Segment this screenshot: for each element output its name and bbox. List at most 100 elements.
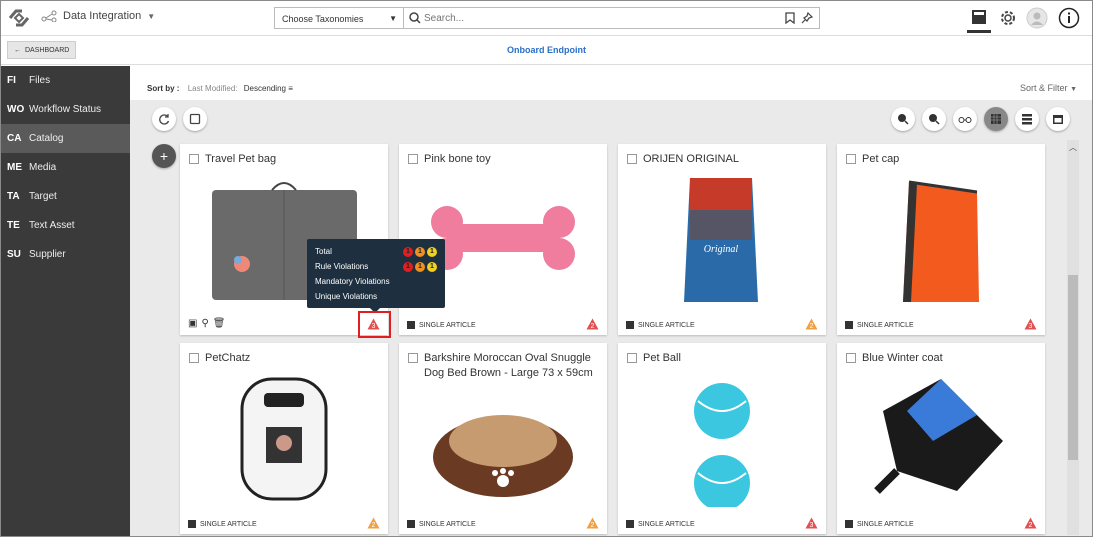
pin-icon[interactable] bbox=[801, 12, 813, 24]
sidebar-item-supplier[interactable]: SU Supplier bbox=[1, 240, 130, 269]
card-checkbox[interactable] bbox=[627, 154, 637, 164]
scrollbar-thumb[interactable] bbox=[1068, 275, 1078, 460]
add-button[interactable]: + bbox=[152, 144, 176, 168]
sidebar-item-workflow-status[interactable]: WO Workflow Status bbox=[1, 95, 130, 124]
sidebar-item-label: Workflow Status bbox=[29, 104, 102, 115]
scrollbar[interactable]: ︿ bbox=[1067, 140, 1079, 535]
card-title[interactable]: Pet cap bbox=[862, 152, 1038, 167]
tooltip-row: Mandatory Violations bbox=[315, 274, 437, 289]
card-type-label: SINGLE ARTICLE bbox=[200, 520, 257, 528]
bookmark-icon[interactable] bbox=[785, 12, 795, 24]
product-image[interactable] bbox=[618, 371, 826, 511]
sort-filter-label: Sort & Filter bbox=[1020, 83, 1068, 93]
chevron-up-icon[interactable]: ︿ bbox=[1069, 142, 1077, 153]
product-image[interactable] bbox=[180, 371, 388, 507]
article-icon bbox=[626, 520, 634, 528]
sidebar-item-media[interactable]: ME Media bbox=[1, 153, 130, 182]
tooltip-row: Total 1 1 1 bbox=[315, 244, 437, 259]
glasses-icon bbox=[958, 117, 972, 123]
list-view-button[interactable] bbox=[1015, 107, 1039, 131]
document-icon[interactable]: ▣ bbox=[188, 318, 197, 329]
violation-count-badge: 1 bbox=[415, 246, 425, 257]
dashboard-button[interactable]: ← DASHBOARD bbox=[7, 41, 77, 59]
card-checkbox[interactable] bbox=[189, 154, 199, 164]
sidebar-item-abbr: ME bbox=[7, 162, 22, 173]
calendar-view-button[interactable] bbox=[1046, 107, 1070, 131]
sidebar-item-text-asset[interactable]: TE Text Asset bbox=[1, 211, 130, 240]
tooltip-row-label: Mandatory Violations bbox=[315, 277, 390, 286]
sidebar-item-files[interactable]: FI Files bbox=[1, 66, 130, 95]
checkbox-icon bbox=[189, 113, 201, 125]
dashboard-icon[interactable] bbox=[967, 3, 991, 33]
card-checkbox[interactable] bbox=[189, 353, 199, 363]
product-image[interactable] bbox=[837, 172, 1045, 308]
card-type: SINGLE ARTICLE bbox=[845, 321, 914, 329]
card-checkbox[interactable] bbox=[408, 154, 418, 164]
product-card[interactable]: PetChatz SINGLE ARTICLE 2 bbox=[180, 343, 388, 534]
sidebar-item-label: Supplier bbox=[29, 249, 66, 260]
card-checkbox[interactable] bbox=[846, 353, 856, 363]
compare-button[interactable] bbox=[953, 107, 977, 131]
page-title[interactable]: Onboard Endpoint bbox=[1, 45, 1092, 55]
taxonomy-select[interactable]: Choose Taxonomies ▼ bbox=[274, 7, 404, 29]
avatar[interactable] bbox=[1025, 6, 1049, 30]
sidebar-item-abbr: WO bbox=[7, 104, 25, 115]
sidebar-item-catalog[interactable]: CA Catalog bbox=[1, 124, 130, 153]
warning-count: 2 bbox=[372, 522, 376, 529]
gear-icon[interactable] bbox=[996, 6, 1020, 30]
card-title[interactable]: ORIJEN ORIGINAL bbox=[643, 152, 819, 167]
card-actions: ▣ ⚲ 🗑 bbox=[188, 318, 225, 329]
plus-icon: + bbox=[159, 148, 169, 164]
sort-by[interactable]: Sort by : Last Modified: Descending ≡ bbox=[147, 84, 293, 93]
sidebar-item-abbr: CA bbox=[7, 133, 22, 144]
sidebar-item-target[interactable]: TA Target bbox=[1, 182, 130, 211]
top-bar: Data Integration ▼ Choose Taxonomies ▼ bbox=[1, 1, 1092, 36]
zoom-in-button[interactable] bbox=[891, 107, 915, 131]
select-all-button[interactable] bbox=[183, 107, 207, 131]
grid-view-button[interactable] bbox=[984, 107, 1008, 131]
violation-count-badge: 1 bbox=[403, 246, 413, 257]
sort-label: Sort by : bbox=[147, 84, 180, 93]
logo-icon[interactable] bbox=[7, 8, 31, 28]
pin-icon[interactable]: ⚲ bbox=[201, 318, 208, 329]
search-input[interactable] bbox=[424, 11, 764, 26]
card-checkbox[interactable] bbox=[627, 353, 637, 363]
warning-icon[interactable]: 3 bbox=[805, 517, 818, 529]
warning-count: 3 bbox=[810, 522, 814, 529]
product-card[interactable]: Barkshire Moroccan Oval Snuggle Dog Bed … bbox=[399, 343, 607, 534]
card-title[interactable]: PetChatz bbox=[205, 351, 381, 366]
warning-icon[interactable]: 2 bbox=[1024, 517, 1037, 529]
warning-icon[interactable]: 3 bbox=[1024, 318, 1037, 330]
product-card[interactable]: Pet cap SINGLE ARTICLE 3 bbox=[837, 144, 1045, 335]
sort-filter-button[interactable]: Sort & Filter ▼ bbox=[1020, 83, 1077, 93]
warning-icon[interactable]: 2 bbox=[367, 517, 380, 529]
product-image[interactable] bbox=[399, 371, 607, 507]
card-title[interactable]: Travel Pet bag bbox=[205, 152, 381, 167]
product-card[interactable]: ORIJEN ORIGINAL Original SINGLE ARTICLE 2 bbox=[618, 144, 826, 335]
card-type: SINGLE ARTICLE bbox=[407, 520, 476, 528]
trash-icon[interactable]: 🗑 bbox=[213, 318, 226, 329]
app-selector[interactable]: Data Integration ▼ bbox=[41, 10, 155, 22]
violation-count-badge: 1 bbox=[427, 261, 437, 272]
chevron-down-icon: ▼ bbox=[1070, 86, 1077, 93]
sort-icon: ≡ bbox=[288, 84, 293, 93]
warning-count: 2 bbox=[591, 522, 595, 529]
card-title[interactable]: Blue Winter coat bbox=[862, 351, 1038, 366]
warning-icon[interactable]: 2 bbox=[586, 517, 599, 529]
card-checkbox[interactable] bbox=[846, 154, 856, 164]
product-image[interactable]: Original bbox=[618, 172, 826, 308]
warning-icon[interactable]: 2 bbox=[586, 318, 599, 330]
product-card[interactable]: Pet Ball SINGLE ARTICLE 3 bbox=[618, 343, 826, 534]
warning-icon[interactable]: 2 bbox=[805, 318, 818, 330]
warning-count: 2 bbox=[591, 323, 595, 330]
search-icon bbox=[409, 12, 421, 24]
zoom-out-button[interactable] bbox=[922, 107, 946, 131]
card-checkbox[interactable] bbox=[408, 353, 418, 363]
info-icon[interactable] bbox=[1057, 6, 1081, 30]
card-title[interactable]: Pink bone toy bbox=[424, 152, 600, 167]
card-title[interactable]: Pet Ball bbox=[643, 351, 819, 366]
product-card[interactable]: Blue Winter coat SINGLE ARTICLE 2 bbox=[837, 343, 1045, 534]
product-image[interactable] bbox=[837, 371, 1045, 507]
refresh-button[interactable] bbox=[152, 107, 176, 131]
list-icon bbox=[1022, 114, 1032, 125]
